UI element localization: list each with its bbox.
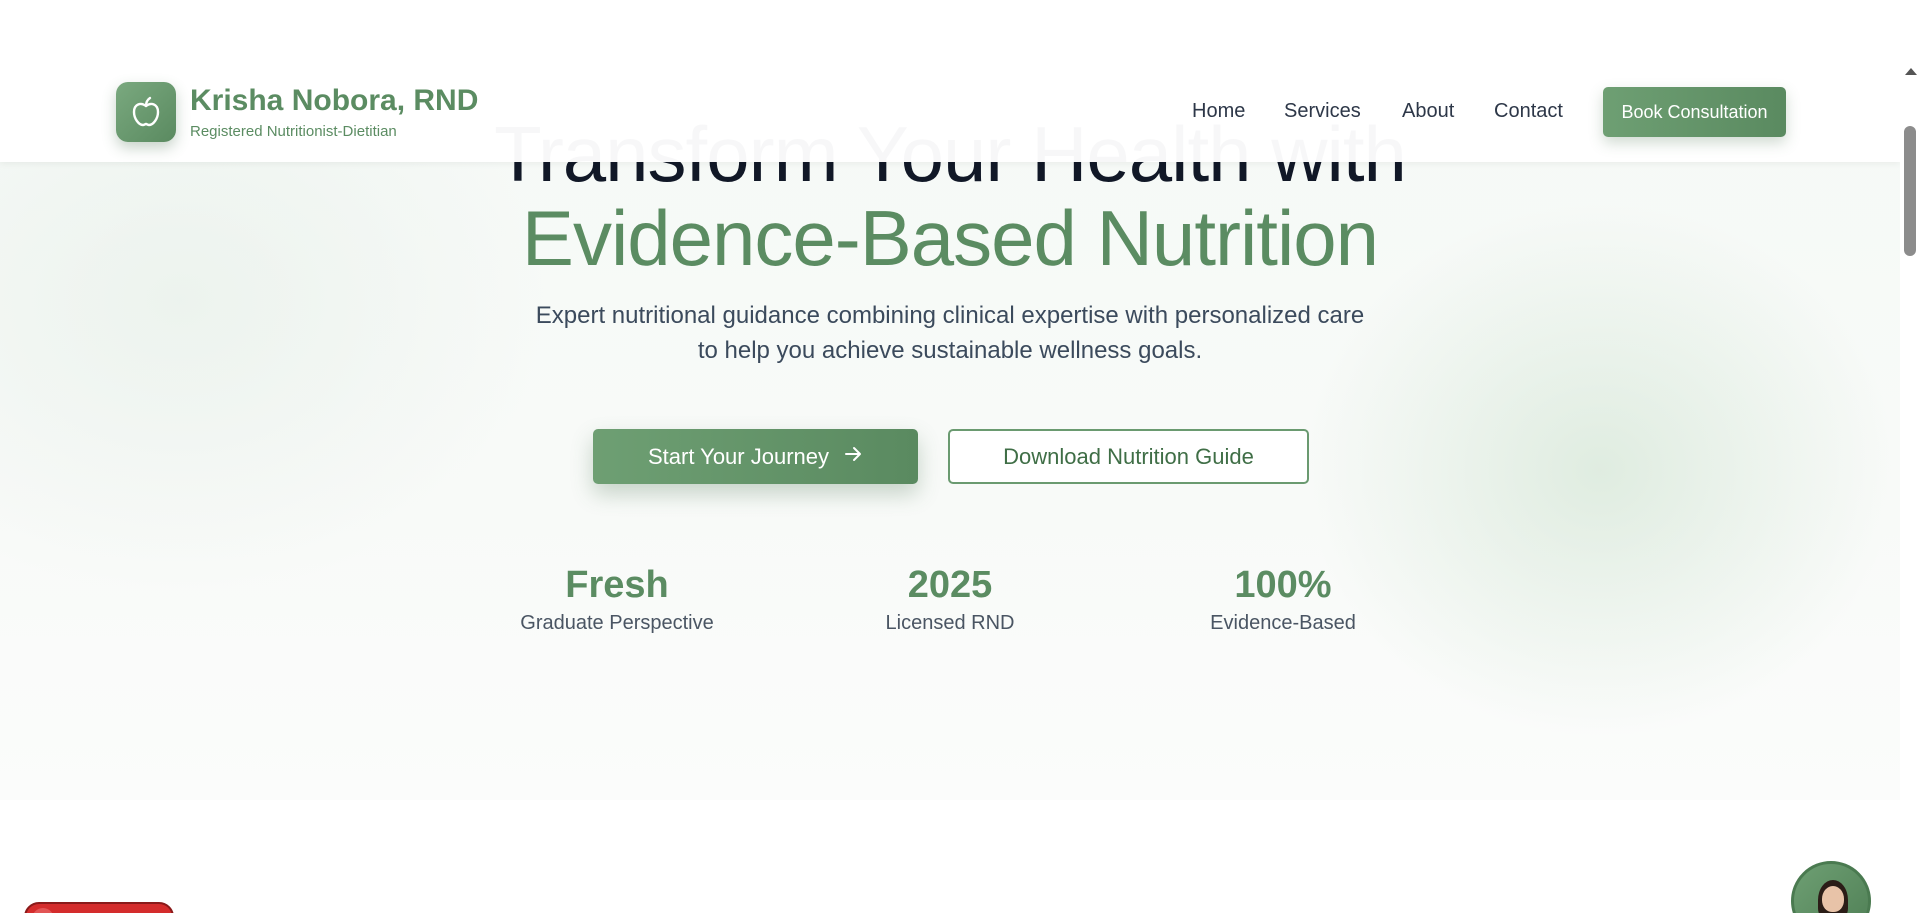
hero-title-line2: Evidence-Based Nutrition (521, 194, 1379, 282)
vertical-scrollbar[interactable] (1900, 0, 1920, 913)
brand-name[interactable]: Krisha Nobora, RND (190, 84, 478, 118)
download-guide-button[interactable]: Download Nutrition Guide (948, 429, 1309, 484)
book-consultation-button[interactable]: Book Consultation (1603, 87, 1786, 137)
avatar-face (1822, 886, 1844, 912)
stat-label: Evidence-Based (1210, 612, 1356, 634)
nav-about[interactable]: About (1402, 100, 1454, 123)
stat-value: 2025 (907, 564, 993, 606)
start-journey-label: Start Your Journey (647, 443, 829, 469)
stat-value: 100% (1234, 564, 1332, 606)
arrow-right-icon (845, 445, 863, 468)
stat-fresh: Fresh Graduate Perspective (487, 562, 747, 636)
page-viewport: Transform Your Health with Evidence-Base… (0, 0, 1900, 913)
hero-subtitle: Expert nutritional guidance combining cl… (535, 302, 1365, 364)
brand-tagline: Registered Nutritionist-Dietitian (190, 123, 397, 140)
start-journey-button[interactable]: Start Your Journey (593, 429, 918, 484)
apple-icon[interactable] (116, 82, 176, 142)
widget-icon (32, 908, 54, 913)
stat-label: Graduate Perspective (520, 612, 714, 634)
nav-contact[interactable]: Contact (1494, 100, 1563, 123)
site-header: Krisha Nobora, RND Registered Nutritioni… (0, 0, 1900, 162)
stat-licensed: 2025 Licensed RND (820, 562, 1080, 636)
scrollbar-thumb[interactable] (1904, 126, 1916, 256)
chat-avatar-button[interactable] (1791, 861, 1871, 913)
nav-home[interactable]: Home (1192, 100, 1245, 123)
floating-widget-button[interactable] (24, 902, 174, 913)
scroll-up-arrow-icon[interactable] (1905, 68, 1917, 75)
stat-evidence: 100% Evidence-Based (1153, 562, 1413, 636)
stat-label: Licensed RND (885, 612, 1015, 634)
stat-value: Fresh (565, 564, 669, 606)
nav-services[interactable]: Services (1284, 100, 1361, 123)
